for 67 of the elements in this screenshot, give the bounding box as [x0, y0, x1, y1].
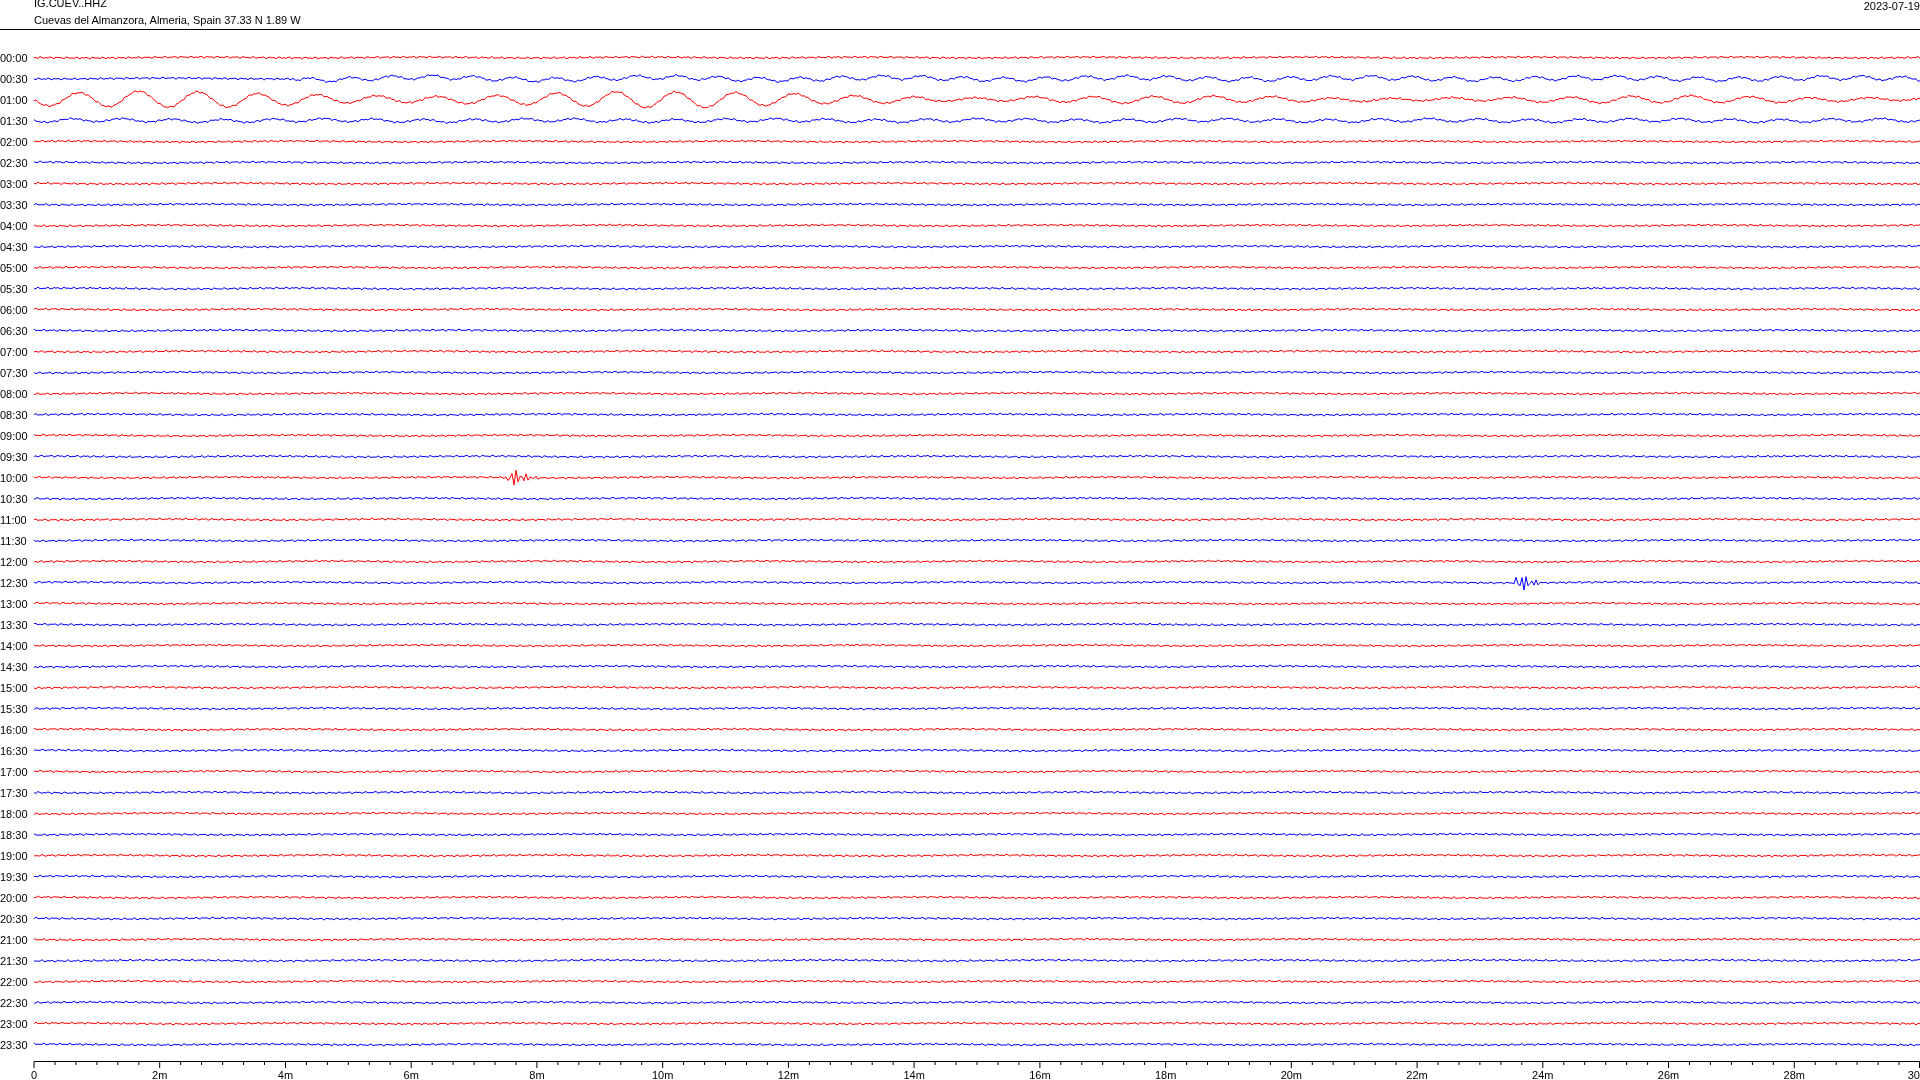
time-label: 06:00	[0, 303, 29, 316]
time-label: 05:30	[0, 282, 29, 295]
time-label: 13:00	[0, 597, 29, 610]
time-label: 01:00	[0, 93, 29, 106]
time-label: 18:00	[0, 807, 29, 820]
time-label: 07:30	[0, 366, 29, 379]
time-label: 10:00	[0, 471, 29, 484]
time-label: 21:30	[0, 954, 29, 967]
axis-label: 0	[30, 1069, 38, 1080]
time-label: 14:30	[0, 660, 29, 673]
time-label: 14:00	[0, 639, 29, 652]
axis-label: 6m	[403, 1069, 419, 1080]
time-label: 18:30	[0, 828, 29, 841]
time-label: 06:30	[0, 324, 29, 337]
time-label: 20:00	[0, 891, 29, 904]
time-label: 02:00	[0, 135, 29, 148]
time-label: 07:00	[0, 345, 29, 358]
axis-label: 8m	[529, 1069, 545, 1080]
channel-name: IG.CUEV..HHZ	[34, 0, 107, 9]
time-label: 11:30	[0, 534, 28, 547]
date-label: 2023-07-19	[1863, 0, 1920, 12]
time-label: 23:30	[0, 1038, 29, 1051]
axis-label: 10m	[651, 1069, 674, 1080]
axis-label: 14m	[903, 1069, 925, 1080]
time-label: 16:30	[0, 744, 29, 757]
time-label: 19:30	[0, 870, 29, 883]
time-label: 08:30	[0, 408, 29, 421]
time-label: 12:30	[0, 576, 29, 589]
time-label: 19:00	[0, 849, 29, 862]
time-label: 15:30	[0, 702, 29, 715]
axis-label: 24m	[1532, 1069, 1554, 1080]
time-label: 01:30	[0, 114, 29, 127]
time-label: 22:30	[0, 996, 29, 1009]
time-label: 16:00	[0, 723, 29, 736]
axis-label: 4m	[277, 1069, 294, 1080]
station-location: Cuevas del Almanzora, Almeria, Spain 37.33 N 1.89 W	[34, 14, 301, 26]
time-label: 00:30	[0, 72, 29, 85]
axis-label: 20m	[1280, 1069, 1303, 1080]
axis-label: 2m	[152, 1069, 168, 1080]
time-label: 17:00	[0, 765, 29, 778]
axis-label: 26m	[1657, 1069, 1680, 1080]
time-label: 09:00	[0, 429, 29, 442]
time-label: 12:00	[0, 555, 29, 568]
axis-label: 28m	[1783, 1069, 1805, 1080]
time-label: 17:30	[0, 786, 29, 799]
time-label: 04:30	[0, 240, 29, 253]
time-label: 23:00	[0, 1017, 29, 1030]
time-label: 03:00	[0, 177, 29, 190]
time-label: 11:00	[0, 513, 28, 526]
time-label: 05:00	[0, 261, 29, 274]
time-label: 10:30	[0, 492, 29, 505]
time-label: 08:00	[0, 387, 29, 400]
time-label: 13:30	[0, 618, 29, 631]
time-label: 03:30	[0, 198, 29, 211]
time-label: 02:30	[0, 156, 29, 169]
axis-label: 16m	[1029, 1069, 1051, 1080]
time-label: 00:00	[0, 51, 29, 64]
axis-label: 12m	[777, 1069, 800, 1080]
time-label: 15:00	[0, 681, 29, 694]
axis-label: 18m	[1154, 1069, 1177, 1080]
time-label: 21:00	[0, 933, 29, 946]
time-label: 04:00	[0, 219, 29, 232]
time-label: 22:00	[0, 975, 29, 988]
axis-label: 22m	[1406, 1069, 1428, 1080]
time-label: 09:30	[0, 450, 29, 463]
time-label: 20:30	[0, 912, 29, 925]
axis-label: 30	[1907, 1069, 1920, 1080]
